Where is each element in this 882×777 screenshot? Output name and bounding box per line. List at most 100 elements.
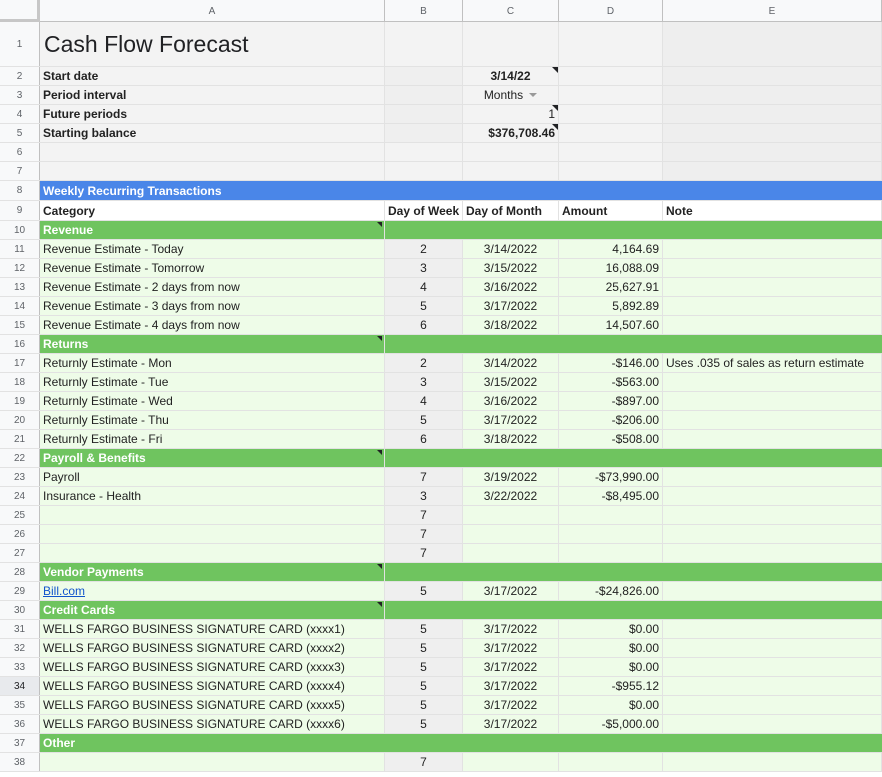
row-number[interactable]: 15 xyxy=(0,316,40,334)
cell-day-of-month[interactable]: 3/17/2022 xyxy=(463,715,559,733)
row-number[interactable]: 31 xyxy=(0,620,40,638)
cell[interactable] xyxy=(385,105,463,123)
cell-category[interactable]: WELLS FARGO BUSINESS SIGNATURE CARD (xxx… xyxy=(40,658,385,676)
row-number[interactable]: 3 xyxy=(0,86,40,104)
cell-day-of-week[interactable]: 5 xyxy=(385,658,463,676)
cell-amount[interactable]: -$955.12 xyxy=(559,677,663,695)
row-number[interactable]: 24 xyxy=(0,487,40,505)
cell-category[interactable]: Revenue Estimate - Tomorrow xyxy=(40,259,385,277)
cell-amount[interactable] xyxy=(559,544,663,562)
cell-note[interactable] xyxy=(663,620,882,638)
row-number[interactable]: 9 xyxy=(0,201,40,220)
cell-amount[interactable]: 4,164.69 xyxy=(559,240,663,258)
cell-day-of-month[interactable]: 3/15/2022 xyxy=(463,259,559,277)
row-number[interactable]: 23 xyxy=(0,468,40,486)
cell-category[interactable]: WELLS FARGO BUSINESS SIGNATURE CARD (xxx… xyxy=(40,677,385,695)
cell-note[interactable] xyxy=(663,240,882,258)
row-number[interactable]: 14 xyxy=(0,297,40,315)
header-note[interactable]: Note xyxy=(663,201,882,220)
column-header-a[interactable]: A xyxy=(40,0,385,22)
cell-day-of-month[interactable]: 3/17/2022 xyxy=(463,658,559,676)
cell[interactable] xyxy=(463,162,559,180)
cell-amount[interactable] xyxy=(559,525,663,543)
cell-day-of-week[interactable]: 5 xyxy=(385,715,463,733)
row-number[interactable]: 21 xyxy=(0,430,40,448)
cell-amount[interactable]: -$897.00 xyxy=(559,392,663,410)
cell-day-of-week[interactable]: 4 xyxy=(385,392,463,410)
row-number[interactable]: 20 xyxy=(0,411,40,429)
cell[interactable] xyxy=(385,22,463,66)
cell-day-of-month[interactable]: 3/17/2022 xyxy=(463,639,559,657)
cell-note[interactable] xyxy=(663,582,882,600)
cell[interactable] xyxy=(463,22,559,66)
cell-day-of-week[interactable]: 4 xyxy=(385,278,463,296)
cell-note[interactable] xyxy=(663,259,882,277)
cell-note[interactable] xyxy=(663,506,882,524)
cell-note[interactable] xyxy=(663,639,882,657)
cell-day-of-month[interactable]: 3/17/2022 xyxy=(463,411,559,429)
select-all-corner[interactable] xyxy=(0,0,40,22)
cell-category[interactable]: WELLS FARGO BUSINESS SIGNATURE CARD (xxx… xyxy=(40,639,385,657)
cell-day-of-month[interactable]: 3/19/2022 xyxy=(463,468,559,486)
row-number[interactable]: 37 xyxy=(0,734,40,752)
cell-day-of-week[interactable]: 3 xyxy=(385,259,463,277)
starting-balance-input[interactable]: $376,708.46 xyxy=(463,124,559,142)
cell-note[interactable] xyxy=(663,753,882,771)
cell-day-of-month[interactable]: 3/17/2022 xyxy=(463,297,559,315)
row-number[interactable]: 18 xyxy=(0,373,40,391)
cell-amount[interactable]: 16,088.09 xyxy=(559,259,663,277)
column-header-b[interactable]: B xyxy=(385,0,463,22)
cell-note[interactable] xyxy=(663,487,882,505)
cell-day-of-month[interactable] xyxy=(463,506,559,524)
group-label-vendor[interactable]: Vendor Payments xyxy=(40,563,385,581)
cell-amount[interactable]: 14,507.60 xyxy=(559,316,663,334)
row-number[interactable]: 4 xyxy=(0,105,40,123)
cell-note[interactable] xyxy=(663,411,882,429)
section-header-weekly[interactable]: Weekly Recurring Transactions xyxy=(40,181,882,200)
cell-note[interactable] xyxy=(663,392,882,410)
cell-note[interactable]: Uses .035 of sales as return estimate xyxy=(663,354,882,372)
header-day-of-week[interactable]: Day of Week xyxy=(385,201,463,220)
row-number[interactable]: 11 xyxy=(0,240,40,258)
cell-day-of-week[interactable]: 7 xyxy=(385,525,463,543)
header-day-of-month[interactable]: Day of Month xyxy=(463,201,559,220)
cell-day-of-month[interactable]: 3/15/2022 xyxy=(463,373,559,391)
row-number[interactable]: 32 xyxy=(0,639,40,657)
cell-amount[interactable]: -$508.00 xyxy=(559,430,663,448)
cell-day-of-month[interactable]: 3/16/2022 xyxy=(463,278,559,296)
cell-category[interactable]: Returnly Estimate - Thu xyxy=(40,411,385,429)
cell-note[interactable] xyxy=(663,297,882,315)
cell-category[interactable]: WELLS FARGO BUSINESS SIGNATURE CARD (xxx… xyxy=(40,696,385,714)
cell[interactable] xyxy=(385,67,463,85)
row-number[interactable]: 22 xyxy=(0,449,40,467)
cell-amount[interactable]: -$5,000.00 xyxy=(559,715,663,733)
cell-category[interactable]: Returnly Estimate - Tue xyxy=(40,373,385,391)
cell-note[interactable] xyxy=(663,468,882,486)
row-number[interactable]: 5 xyxy=(0,124,40,142)
row-number[interactable]: 30 xyxy=(0,601,40,619)
row-number[interactable]: 36 xyxy=(0,715,40,733)
cell-day-of-week[interactable]: 2 xyxy=(385,240,463,258)
row-number[interactable]: 25 xyxy=(0,506,40,524)
row-number[interactable]: 8 xyxy=(0,181,40,200)
cell[interactable] xyxy=(385,162,463,180)
cell-amount[interactable]: -$146.00 xyxy=(559,354,663,372)
cell-day-of-week[interactable]: 7 xyxy=(385,544,463,562)
cell-day-of-week[interactable]: 5 xyxy=(385,639,463,657)
dropdown-arrow-icon[interactable] xyxy=(529,93,538,97)
cell-day-of-month[interactable]: 3/16/2022 xyxy=(463,392,559,410)
header-amount[interactable]: Amount xyxy=(559,201,663,220)
cell-category[interactable]: Revenue Estimate - 2 days from now xyxy=(40,278,385,296)
row-number[interactable]: 10 xyxy=(0,221,40,239)
cell-note[interactable] xyxy=(663,316,882,334)
row-number[interactable]: 27 xyxy=(0,544,40,562)
cell[interactable] xyxy=(559,162,663,180)
cell-note[interactable] xyxy=(663,696,882,714)
row-number[interactable]: 12 xyxy=(0,259,40,277)
cell-note[interactable] xyxy=(663,430,882,448)
cell[interactable] xyxy=(559,105,663,123)
column-header-e[interactable]: E xyxy=(663,0,882,22)
future-periods-input[interactable]: 1 xyxy=(463,105,559,123)
cell[interactable] xyxy=(463,143,559,161)
cell-day-of-week[interactable]: 6 xyxy=(385,316,463,334)
